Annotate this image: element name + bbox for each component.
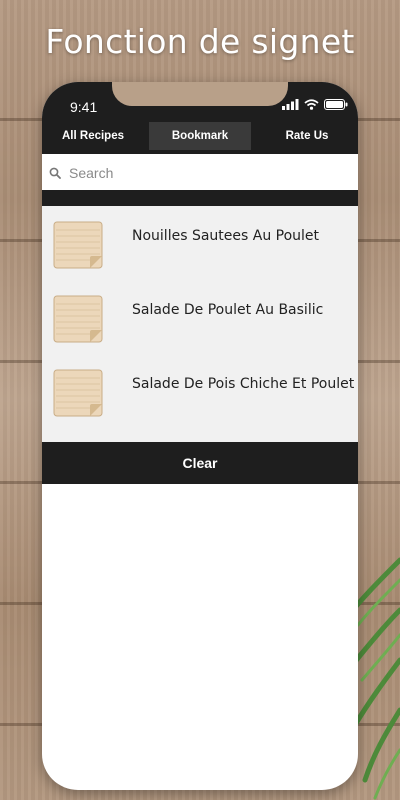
promo-headline: Fonction de signet — [45, 22, 355, 61]
bookmark-list: Nouilles Sautees Au Poulet Salade De Pou… — [42, 206, 358, 442]
phone-screen: 9:41 All Recipes Bookmark Rate Us Search… — [42, 82, 358, 790]
list-item[interactable]: Salade De Pois Chiche Et Poulet — [42, 354, 358, 428]
tab-bar: All Recipes Bookmark Rate Us — [42, 122, 358, 150]
wifi-icon — [304, 99, 319, 110]
tab-rate-us[interactable]: Rate Us — [256, 122, 358, 150]
list-item[interactable]: Salade De Poulet Au Basilic — [42, 280, 358, 354]
note-paper-icon — [53, 221, 103, 269]
list-header-band — [42, 190, 358, 206]
battery-icon — [324, 99, 348, 110]
app-header: 9:41 All Recipes Bookmark Rate Us — [42, 82, 358, 154]
note-paper-icon — [53, 369, 103, 417]
list-item[interactable]: Nouilles Sautees Au Poulet — [42, 206, 358, 280]
recipe-title: Salade De Pois Chiche Et Poulet — [132, 376, 355, 392]
search-icon — [46, 164, 64, 182]
signal-icon — [282, 99, 299, 110]
tab-all-recipes[interactable]: All Recipes — [42, 122, 144, 150]
phone-notch — [112, 82, 288, 106]
search-input[interactable] — [69, 165, 329, 181]
tab-bookmark[interactable]: Bookmark — [149, 122, 251, 150]
note-paper-icon — [53, 295, 103, 343]
recipe-title: Salade De Poulet Au Basilic — [132, 302, 324, 318]
clear-button[interactable]: Clear — [42, 442, 358, 484]
recipe-title: Nouilles Sautees Au Poulet — [132, 228, 320, 244]
status-icons — [282, 99, 348, 110]
status-time: 9:41 — [70, 99, 98, 115]
search-bar — [42, 158, 358, 188]
